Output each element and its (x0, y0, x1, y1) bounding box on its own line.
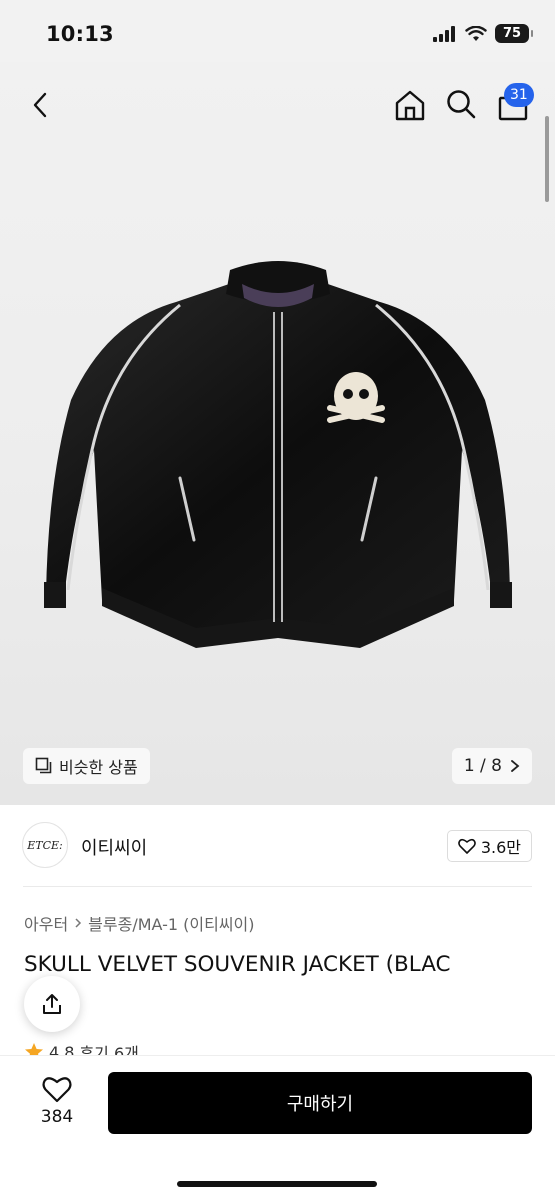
back-icon[interactable] (26, 90, 56, 120)
breadcrumb-category[interactable]: 아우터 (24, 911, 68, 935)
wishlist-count: 384 (40, 1107, 74, 1127)
page-indicator: 1 / 8 (463, 756, 502, 776)
similar-products-label: 비슷한 상품 (59, 758, 138, 777)
product-image-jacket (44, 261, 512, 648)
home-icon[interactable] (393, 88, 427, 122)
brand-logo-text: ETCE: (27, 838, 63, 852)
breadcrumb-subcategory[interactable]: 블루종/MA-1 (이티씨이) (88, 911, 254, 935)
buy-button[interactable]: 구매하기 (108, 1072, 532, 1134)
copy-squares-icon (35, 757, 52, 774)
image-page-counter[interactable]: 1 / 8 (451, 748, 532, 784)
heart-icon (458, 838, 476, 854)
wifi-icon (465, 25, 487, 41)
heart-icon (42, 1077, 72, 1103)
product-title: SKULL VELVET SOUVENIR JACKET (BLAC (24, 952, 451, 977)
product-image-gallery[interactable]: 31 비슷한 상품 1 / 8 (0, 62, 555, 805)
cellular-signal-icon (433, 25, 455, 42)
breadcrumb: 아우터 블루종/MA-1 (이티씨이) (24, 911, 255, 935)
scrollbar-thumb[interactable] (545, 116, 549, 202)
brand-name[interactable]: 이티씨이 (81, 834, 147, 860)
brand-like-button[interactable]: 3.6만 (446, 830, 532, 862)
brand-like-count: 3.6만 (480, 838, 521, 857)
cart-count-badge: 31 (504, 83, 534, 107)
status-time: 10:13 (46, 22, 114, 46)
search-icon[interactable] (445, 88, 477, 120)
home-indicator (177, 1181, 377, 1187)
battery-indicator: 75 (495, 24, 533, 43)
share-button[interactable] (24, 976, 80, 1032)
status-icons: 75 (433, 24, 533, 43)
chevron-right-icon (75, 918, 82, 928)
share-icon (43, 994, 61, 1014)
brand-logo[interactable]: ETCE: (22, 822, 68, 868)
similar-products-button[interactable]: 비슷한 상품 (23, 748, 150, 784)
status-bar: 10:13 75 (0, 0, 555, 62)
wishlist-button[interactable]: 384 (28, 1075, 86, 1133)
divider (23, 886, 532, 887)
chevron-right-icon (511, 760, 520, 772)
